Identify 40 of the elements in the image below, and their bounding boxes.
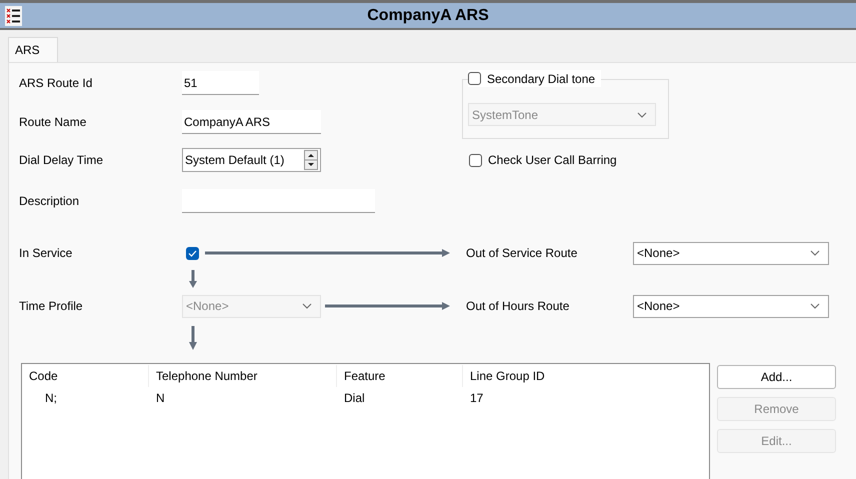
- chevron-down-icon: [810, 303, 820, 309]
- checkbox[interactable]: [468, 72, 481, 85]
- tab[interactable]: ARS: [8, 37, 58, 62]
- field-label: Out of Hours Route: [466, 298, 570, 315]
- table-cell-text: N;: [44, 390, 58, 407]
- arrow-right-icon: [325, 302, 450, 310]
- text-field[interactable]: [182, 189, 375, 213]
- column-header: Telephone Number: [149, 365, 337, 387]
- text-field[interactable]: 51: [182, 71, 259, 95]
- field-label: Time Profile: [19, 298, 84, 315]
- window-title: CompanyA ARS: [367, 6, 489, 26]
- check-icon: [188, 250, 197, 256]
- spinner-arrows-icon: [304, 150, 318, 170]
- chevron-down-icon: [810, 250, 820, 256]
- checkbox[interactable]: [186, 246, 199, 260]
- checkbox-label: Check User Call Barring: [488, 152, 617, 169]
- chevron-down-icon: [302, 303, 312, 309]
- action-button[interactable]: Add...: [717, 365, 836, 389]
- arrow-down-icon: [189, 270, 197, 288]
- checkbox[interactable]: [469, 154, 482, 166]
- table-cell-text: N: [155, 390, 166, 407]
- field-label: Route Name: [19, 114, 88, 131]
- column-header: Line Group ID: [469, 368, 546, 385]
- list-icon: [5, 6, 22, 26]
- table-cell-text: Dial: [343, 390, 366, 407]
- field-label: Out of Service Route: [466, 245, 578, 262]
- spin-box[interactable]: System Default (1): [182, 148, 321, 172]
- column-header: Feature: [337, 365, 463, 387]
- arrow-down-icon: [189, 326, 197, 350]
- dropdown[interactable]: <None>: [633, 242, 829, 264]
- chevron-down-icon: [637, 112, 647, 118]
- field-label: ARS Route Id: [19, 75, 94, 92]
- arrow-right-icon: [205, 249, 450, 257]
- table-cell-text: 17: [469, 390, 484, 407]
- field-label: Description: [19, 193, 80, 210]
- checkbox-label: Secondary Dial tone: [487, 70, 596, 88]
- field-label: Dial Delay Time: [19, 152, 104, 169]
- column-header: Code: [22, 365, 149, 387]
- text-field[interactable]: CompanyA ARS: [182, 110, 321, 134]
- field-label: In Service: [19, 245, 74, 262]
